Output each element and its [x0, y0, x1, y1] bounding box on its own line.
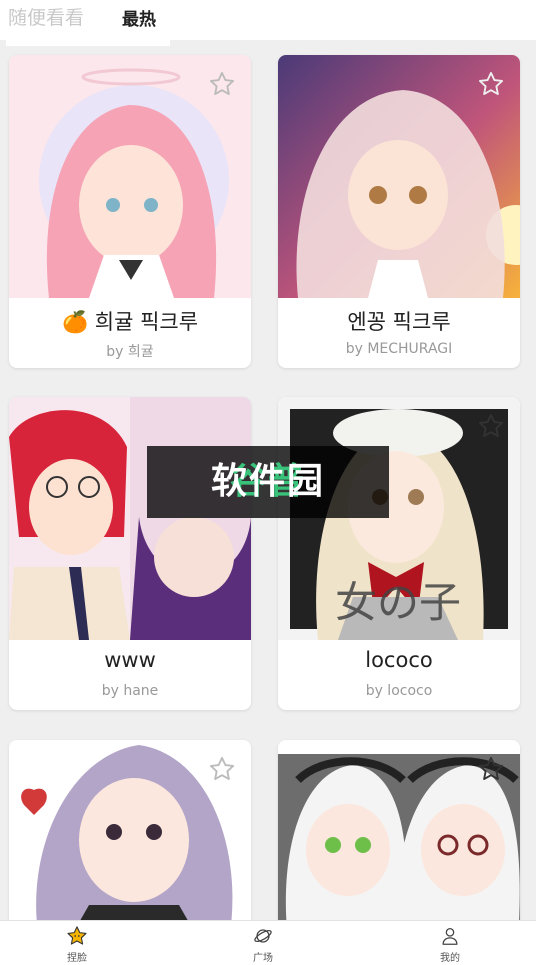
card-title: lococo — [365, 648, 433, 672]
card-author: by lococo — [365, 683, 433, 699]
favorite-star-icon[interactable] — [477, 412, 505, 440]
nav-plaza[interactable]: 广场 — [233, 925, 293, 964]
person-icon — [442, 928, 458, 945]
favorite-star-icon[interactable] — [477, 70, 505, 98]
svg-text:女の子: 女の子 — [335, 578, 461, 627]
pickcrew-card[interactable]: 🍊 희귤 픽크루 by 희귤 — [9, 55, 251, 368]
nav-profile[interactable]: 我的 — [420, 925, 480, 964]
card-author: by hane — [101, 683, 159, 699]
favorite-star-icon[interactable] — [208, 755, 236, 783]
favorite-star-icon[interactable] — [477, 755, 505, 783]
card-title: 🍊 희귤 픽크루 — [61, 310, 199, 334]
favorite-star-icon[interactable] — [208, 70, 236, 98]
pickcrew-card[interactable]: 女の子 lococo by lococo — [278, 397, 520, 710]
card-title: www — [104, 648, 156, 672]
pickcrew-card[interactable] — [9, 740, 251, 940]
top-tab-bar: 随便看看 最热 — [0, 0, 536, 40]
tab-hot[interactable]: 最热 — [122, 8, 156, 32]
watermark-suffix: 软件园 — [210, 461, 325, 502]
card-author: by 희귤 — [106, 344, 154, 360]
bottom-navigation: 捏脸 广场 我的 — [0, 920, 536, 965]
watermark-overlay: 谷普 软件园 — [147, 446, 389, 518]
nav-label: 捏脸 — [67, 953, 87, 964]
planet-icon — [254, 929, 272, 943]
star-face-icon — [67, 926, 87, 945]
nav-face-maker[interactable]: 捏脸 — [47, 925, 107, 964]
card-thumbnail — [9, 397, 251, 640]
nav-label: 我的 — [440, 953, 460, 964]
card-author: by MECHURAGI — [345, 341, 453, 357]
nav-label: 广场 — [253, 953, 273, 964]
tab-indicator — [6, 40, 170, 46]
card-title: 엔꽁 픽크루 — [347, 310, 451, 334]
tab-random[interactable]: 随便看看 — [8, 6, 84, 30]
pickcrew-card[interactable]: www by hane — [9, 397, 251, 710]
pickcrew-card[interactable] — [278, 740, 520, 940]
pickcrew-card[interactable]: 엔꽁 픽크루 by MECHURAGI — [278, 55, 520, 368]
